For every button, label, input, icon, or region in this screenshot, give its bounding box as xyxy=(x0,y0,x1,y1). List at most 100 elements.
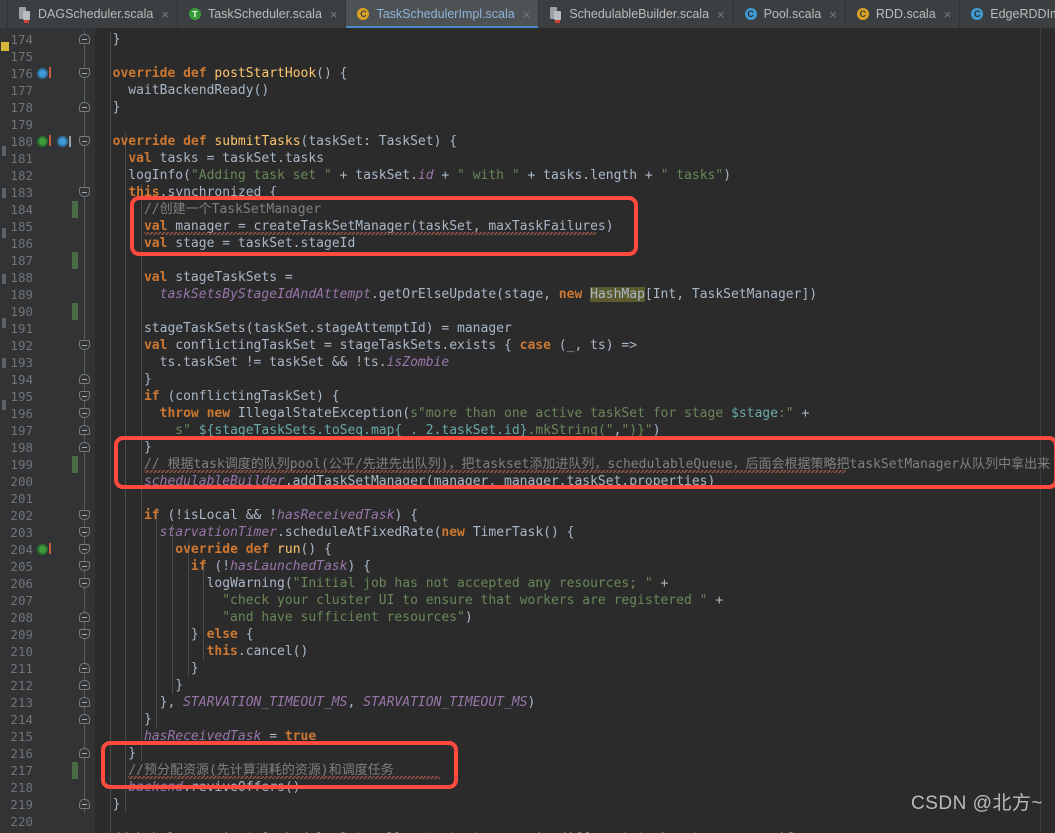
code-line[interactable]: } xyxy=(97,99,121,116)
fold-toggle-icon[interactable] xyxy=(79,578,90,588)
fold-toggle-icon[interactable] xyxy=(79,68,90,78)
code-line[interactable]: this.synchronized { xyxy=(97,184,277,201)
code-line[interactable]: } xyxy=(97,677,183,694)
editor-tab-taskscheduler[interactable]: TaskScheduler.scala × xyxy=(177,0,347,28)
fold-toggle-icon[interactable] xyxy=(79,527,90,537)
code-line[interactable]: } xyxy=(97,745,136,762)
code-fold-marker[interactable] xyxy=(79,133,90,150)
code-fold-marker[interactable] xyxy=(79,371,90,388)
code-editor[interactable]: 174 175 176 177 178 179 180 181 182 183 184 185 186 1… xyxy=(0,28,1055,833)
code-line[interactable]: } else { xyxy=(97,626,254,643)
code-line[interactable]: } xyxy=(97,796,121,813)
fold-toggle-icon[interactable] xyxy=(79,136,90,146)
editor-tab-edgerddimpl[interactable]: EdgeRDDImpl.scala× xyxy=(960,0,1055,28)
code-fold-marker[interactable] xyxy=(79,167,90,184)
fold-toggle-icon[interactable] xyxy=(79,442,90,452)
code-fold-marker[interactable] xyxy=(79,218,90,235)
vcs-change-marker[interactable] xyxy=(72,303,78,320)
code-fold-marker[interactable] xyxy=(79,541,90,558)
code-line[interactable]: "and have sufficient resources") xyxy=(97,609,472,626)
fold-toggle-icon[interactable] xyxy=(79,561,90,571)
editor-tab-taskschedulerimpl[interactable]: TaskSchedulerImpl.scala × xyxy=(346,0,540,28)
code-fold-marker[interactable] xyxy=(79,99,90,116)
code-line[interactable]: stageTaskSets(taskSet.stageAttemptId) = … xyxy=(97,320,512,337)
code-fold-marker[interactable] xyxy=(79,711,90,728)
code-fold-marker[interactable] xyxy=(79,235,90,252)
code-line[interactable]: } xyxy=(97,439,152,456)
code-content-area[interactable]: } override def postStartHook() { waitBac… xyxy=(95,28,1055,833)
code-fold-marker[interactable] xyxy=(79,660,90,677)
code-fold-marker[interactable] xyxy=(79,779,90,796)
code-line[interactable]: "check your cluster UI to ensure that wo… xyxy=(97,592,723,609)
code-line[interactable]: }, STARVATION_TIMEOUT_MS, STARVATION_TIM… xyxy=(97,694,536,711)
code-fold-marker[interactable] xyxy=(79,405,90,422)
code-fold-marker[interactable] xyxy=(79,558,90,575)
fold-toggle-icon[interactable] xyxy=(79,663,90,673)
code-line[interactable]: } xyxy=(97,31,121,48)
editor-tab-schedulablebuilder[interactable]: SchedulableBuilder.scala × xyxy=(539,0,734,28)
tab-close-icon[interactable]: × xyxy=(159,8,169,21)
code-fold-marker[interactable] xyxy=(79,269,90,286)
code-fold-marker[interactable] xyxy=(79,201,90,218)
fold-toggle-icon[interactable] xyxy=(79,697,90,707)
code-fold-marker[interactable] xyxy=(79,303,90,320)
code-fold-marker[interactable] xyxy=(79,388,90,405)
tab-close-icon[interactable]: × xyxy=(521,8,531,21)
code-line[interactable]: if (!hasLaunchedTask) { xyxy=(97,558,371,575)
code-line[interactable]: val tasks = taskSet.tasks xyxy=(97,150,324,167)
fold-toggle-icon[interactable] xyxy=(79,714,90,724)
code-fold-marker[interactable] xyxy=(79,422,90,439)
green-over-icon[interactable] xyxy=(37,541,53,558)
code-fold-marker[interactable] xyxy=(79,575,90,592)
code-line[interactable]: hasReceivedTask = true xyxy=(97,728,316,745)
code-fold-marker[interactable] xyxy=(79,473,90,490)
code-line[interactable]: ts.taskSet != taskSet && !ts.isZombie xyxy=(97,354,450,371)
code-line[interactable]: backend.reviveOffers() xyxy=(97,779,300,796)
code-fold-marker[interactable] xyxy=(79,354,90,371)
code-line[interactable]: } xyxy=(97,371,152,388)
code-fold-marker[interactable] xyxy=(79,456,90,473)
code-fold-marker[interactable] xyxy=(79,592,90,609)
code-line[interactable]: override def submitTasks(taskSet: TaskSe… xyxy=(97,133,457,150)
code-fold-marker[interactable] xyxy=(79,150,90,167)
code-line[interactable]: override def postStartHook() { xyxy=(97,65,348,82)
override-up-icon[interactable] xyxy=(37,65,53,82)
code-fold-marker[interactable] xyxy=(79,643,90,660)
fold-toggle-icon[interactable] xyxy=(79,612,90,622)
code-line[interactable]: } xyxy=(97,660,199,677)
code-fold-marker[interactable] xyxy=(79,694,90,711)
fold-toggle-icon[interactable] xyxy=(79,374,90,384)
code-fold-marker[interactable] xyxy=(79,745,90,762)
code-fold-marker[interactable] xyxy=(79,626,90,643)
tab-close-icon[interactable]: × xyxy=(715,8,725,21)
code-fold-marker[interactable] xyxy=(79,524,90,541)
fold-toggle-icon[interactable] xyxy=(79,391,90,401)
fold-toggle-icon[interactable] xyxy=(79,799,90,809)
fold-toggle-icon[interactable] xyxy=(79,748,90,758)
editor-tab-pool[interactable]: Pool.scala × xyxy=(733,0,846,28)
code-fold-marker[interactable] xyxy=(79,796,90,813)
code-fold-marker[interactable] xyxy=(79,762,90,779)
code-line[interactable]: logInfo("Adding task set " + taskSet.id … xyxy=(97,167,731,184)
code-line[interactable]: waitBackendReady() xyxy=(97,82,269,99)
fold-toggle-icon[interactable] xyxy=(79,629,90,639)
editor-tab-bar[interactable]: DAGScheduler.scala×TaskScheduler.scala×T… xyxy=(0,0,1055,28)
code-fold-marker[interactable] xyxy=(79,184,90,201)
tab-close-icon[interactable]: × xyxy=(328,8,338,21)
code-fold-marker[interactable] xyxy=(79,286,90,303)
tab-close-icon[interactable]: × xyxy=(827,8,837,21)
fold-toggle-icon[interactable] xyxy=(79,34,90,44)
green-over-icon[interactable] xyxy=(37,133,53,150)
fold-toggle-icon[interactable] xyxy=(79,187,90,197)
vcs-change-marker[interactable] xyxy=(72,252,78,269)
code-fold-marker[interactable] xyxy=(79,439,90,456)
code-line[interactable]: if (conflictingTaskSet) { xyxy=(97,388,340,405)
code-fold-marker[interactable] xyxy=(79,65,90,82)
code-line[interactable]: logWarning("Initial job has not accepted… xyxy=(97,575,669,592)
code-fold-marker[interactable] xyxy=(79,728,90,745)
code-fold-marker[interactable] xyxy=(79,609,90,626)
code-line[interactable]: val conflictingTaskSet = stageTaskSets.e… xyxy=(97,337,637,354)
fold-toggle-icon[interactable] xyxy=(79,510,90,520)
vcs-change-marker[interactable] xyxy=(72,456,78,473)
code-line[interactable]: s" ${stageTaskSets.toSeq.map{_._2.taskSe… xyxy=(97,422,660,439)
